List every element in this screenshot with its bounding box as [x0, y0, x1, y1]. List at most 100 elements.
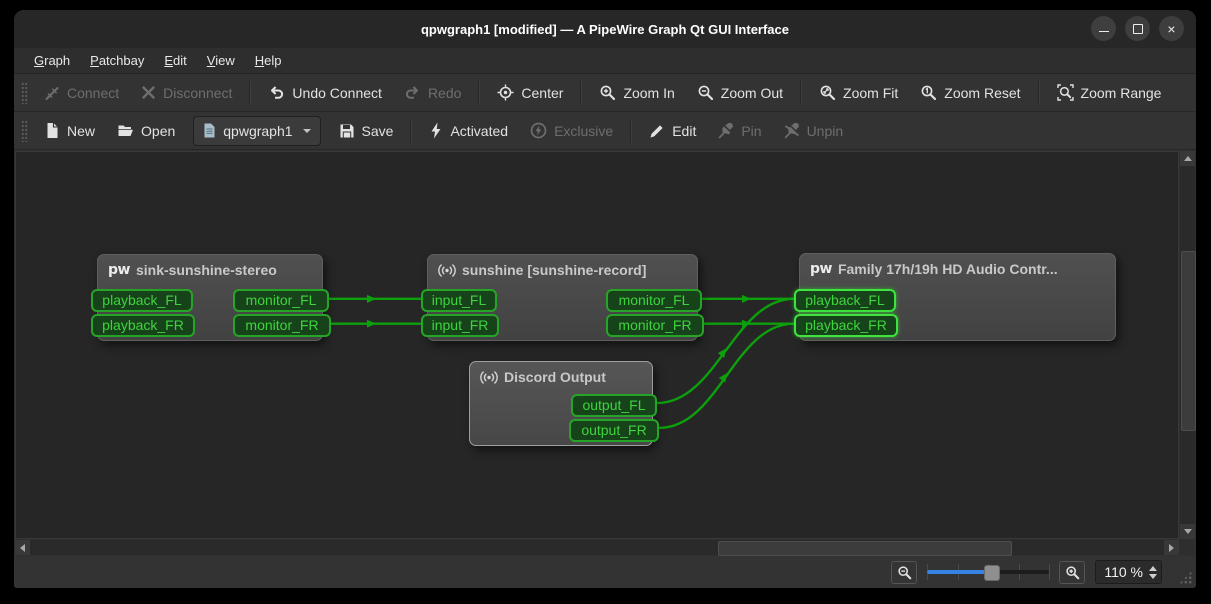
desktop-background: qpwgraph1 [modified] — A PipeWire Graph …: [0, 0, 1211, 604]
save-button[interactable]: Save: [329, 116, 404, 146]
toolbar-separator: [410, 119, 412, 143]
port-monitor-fr[interactable]: monitor_FR: [233, 314, 331, 337]
arrow-up-icon: [1184, 156, 1192, 161]
horizontal-scrollbar[interactable]: [15, 540, 1179, 555]
window-resize-grip[interactable]: [1179, 571, 1192, 584]
graph-viewport[interactable]: pw sink-sunshine-stereo playback_FL play…: [15, 151, 1179, 539]
pipewire-icon: pw: [108, 263, 130, 277]
zoom-slider[interactable]: [927, 562, 1049, 582]
node-title: sink-sunshine-stereo: [136, 262, 277, 278]
new-file-icon: [44, 122, 60, 139]
zoom-range-button[interactable]: Zoom Range: [1047, 78, 1172, 108]
zoom-range-icon: [1057, 84, 1074, 101]
exclusive-toggle[interactable]: Exclusive: [520, 116, 623, 146]
pipewire-icon: pw: [810, 262, 832, 276]
statusbar: 110 %: [14, 556, 1196, 588]
file-toolbar: New Open qpwgraph1 Save Activated: [14, 112, 1196, 150]
window-title: qpwgraph1 [modified] — A PipeWire Graph …: [421, 22, 789, 37]
zoom-out-button[interactable]: Zoom Out: [687, 78, 793, 108]
graph-toolbar: Connect Disconnect Undo Connect Redo Cen…: [14, 74, 1196, 112]
window-controls: ×: [1091, 16, 1184, 41]
redo-icon: [404, 85, 421, 100]
scroll-left-button[interactable]: [15, 540, 30, 555]
port-input-fl[interactable]: input_FL: [421, 289, 497, 312]
redo-button[interactable]: Redo: [394, 78, 471, 108]
document-icon: [203, 123, 216, 138]
zoom-in-icon: [599, 84, 616, 101]
port-output-fl[interactable]: output_FL: [571, 394, 657, 417]
connection-arrow: [367, 320, 376, 328]
pin-icon: [718, 123, 734, 139]
stream-icon: [480, 370, 498, 385]
vertical-scrollbar[interactable]: [1180, 151, 1195, 539]
connections-layer: [15, 151, 1179, 539]
maximize-button[interactable]: [1125, 16, 1150, 41]
toolbar-grip[interactable]: [21, 120, 28, 142]
zoom-out-icon: [697, 84, 714, 101]
center-button[interactable]: Center: [487, 78, 573, 108]
arrow-right-icon: [1169, 544, 1174, 552]
activated-toggle[interactable]: Activated: [419, 116, 518, 146]
open-button[interactable]: Open: [107, 116, 185, 146]
unpin-button[interactable]: Unpin: [774, 116, 854, 146]
zoom-in-button-status[interactable]: [1059, 561, 1085, 584]
port-playback-fr[interactable]: playback_FR: [91, 314, 195, 337]
bolt-circle-icon: [530, 122, 547, 139]
horizontal-scrollbar-thumb[interactable]: [718, 541, 1012, 556]
port-playback-fl[interactable]: playback_FL: [91, 289, 193, 312]
arrow-left-icon: [20, 544, 25, 552]
menu-patchbay[interactable]: Patchbay: [80, 50, 154, 71]
port-playback-fr[interactable]: playback_FR: [794, 314, 898, 337]
pencil-icon: [649, 123, 665, 139]
edit-toggle[interactable]: Edit: [639, 116, 706, 146]
node-title: sunshine [sunshine-record]: [462, 262, 646, 278]
scrollbar-corner: [1180, 540, 1195, 555]
toolbar-grip[interactable]: [21, 82, 28, 104]
menu-edit[interactable]: Edit: [154, 50, 196, 71]
connect-button[interactable]: Connect: [34, 78, 129, 108]
session-name: qpwgraph1: [223, 123, 292, 139]
session-selector[interactable]: qpwgraph1: [193, 116, 320, 146]
zoom-fit-icon: [819, 84, 836, 101]
zoom-spinbox[interactable]: 110 %: [1095, 560, 1162, 584]
node-title: Discord Output: [504, 369, 606, 385]
port-monitor-fl[interactable]: monitor_FL: [606, 289, 702, 312]
zoom-fit-button[interactable]: Zoom Fit: [809, 78, 908, 108]
open-folder-icon: [117, 123, 134, 138]
spin-down-icon[interactable]: [1149, 574, 1157, 579]
zoom-reset-button[interactable]: Zoom Reset: [910, 78, 1030, 108]
zoom-out-icon: [897, 565, 912, 580]
menu-view[interactable]: View: [197, 50, 245, 71]
port-playback-fl[interactable]: playback_FL: [794, 289, 896, 312]
zoom-in-button[interactable]: Zoom In: [589, 78, 684, 108]
connect-icon: [44, 85, 60, 101]
disconnect-button[interactable]: Disconnect: [131, 78, 242, 108]
minimize-button[interactable]: [1091, 16, 1116, 41]
menu-graph[interactable]: Graph: [24, 50, 80, 71]
pin-button[interactable]: Pin: [708, 116, 771, 146]
titlebar[interactable]: qpwgraph1 [modified] — A PipeWire Graph …: [14, 10, 1196, 48]
disconnect-icon: [141, 85, 156, 100]
bolt-icon: [429, 122, 443, 139]
port-input-fr[interactable]: input_FR: [421, 314, 499, 337]
connection-arrow: [742, 295, 751, 303]
close-button[interactable]: ×: [1159, 16, 1184, 41]
port-monitor-fr[interactable]: monitor_FR: [606, 314, 704, 337]
save-icon: [339, 123, 355, 139]
port-monitor-fl[interactable]: monitor_FL: [233, 289, 329, 312]
zoom-slider-handle[interactable]: [984, 565, 1000, 581]
toolbar-separator: [249, 81, 251, 105]
zoom-out-button-status[interactable]: [891, 561, 917, 584]
unpin-icon: [784, 123, 800, 139]
undo-connect-button[interactable]: Undo Connect: [258, 78, 392, 108]
toolbar-separator: [478, 81, 480, 105]
scroll-up-button[interactable]: [1180, 151, 1195, 166]
center-icon: [497, 84, 514, 101]
port-output-fr[interactable]: output_FR: [569, 419, 659, 442]
spin-up-icon[interactable]: [1149, 566, 1157, 571]
scroll-down-button[interactable]: [1180, 524, 1195, 539]
scroll-right-button[interactable]: [1164, 540, 1179, 555]
menu-help[interactable]: Help: [245, 50, 292, 71]
new-button[interactable]: New: [34, 116, 105, 146]
vertical-scrollbar-thumb[interactable]: [1181, 251, 1196, 431]
